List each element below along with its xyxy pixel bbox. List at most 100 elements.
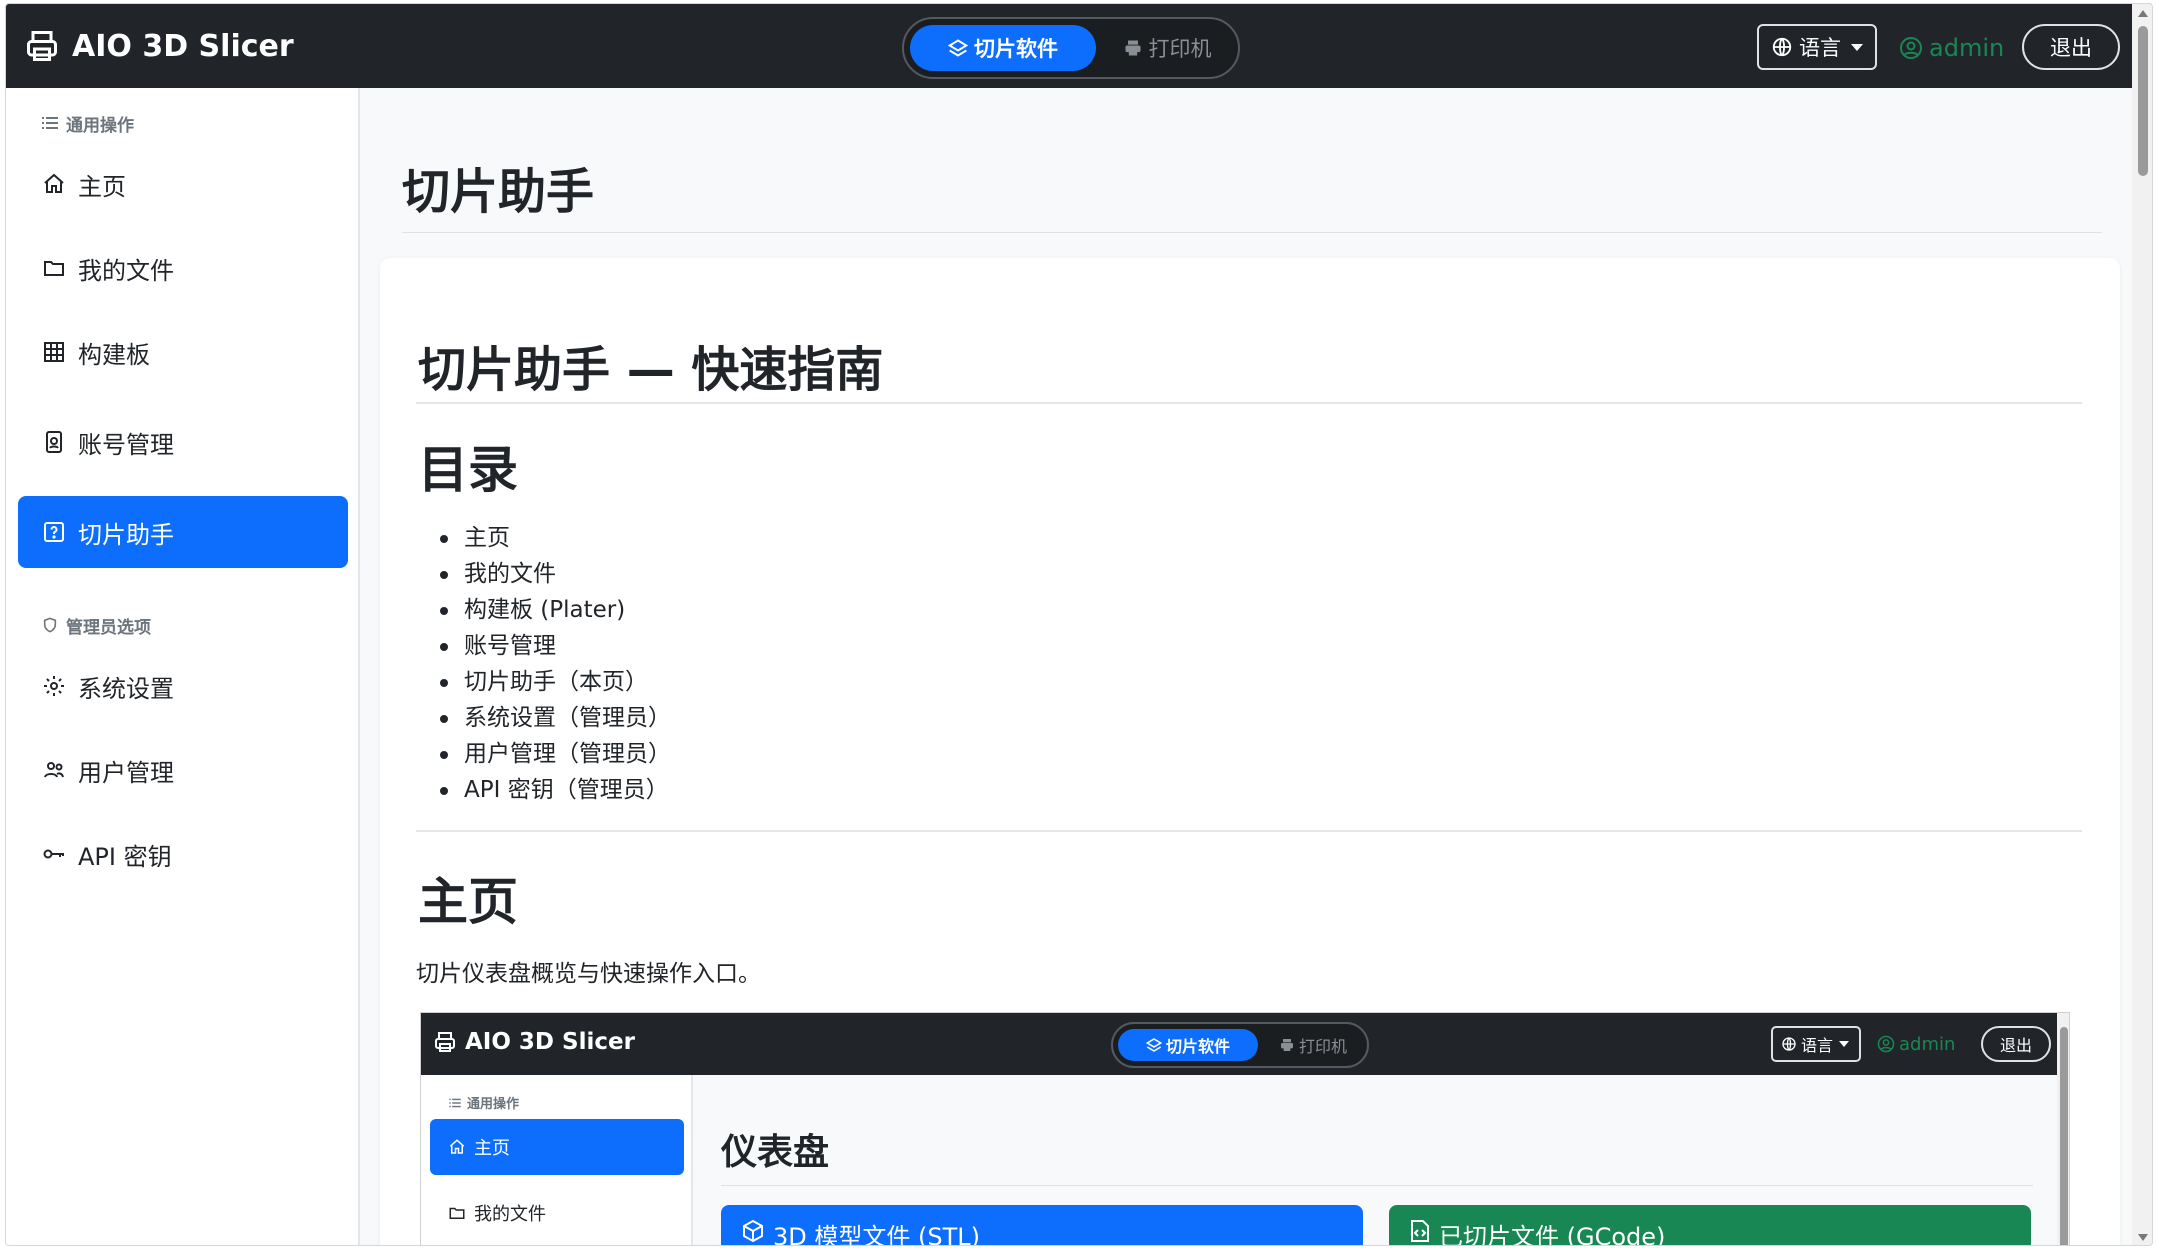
- printer-icon: [435, 1032, 455, 1052]
- globe-icon: [1782, 1037, 1796, 1051]
- folder-icon: [44, 261, 64, 276]
- key-icon: [43, 849, 64, 859]
- scroll-thumb[interactable]: [2138, 26, 2148, 176]
- mode-printer-button[interactable]: 打印机: [1102, 25, 1232, 71]
- screenshot-mode-slicer: 切片软件: [1118, 1029, 1258, 1061]
- caret-down-icon: [1851, 43, 1863, 51]
- section-home-heading: 主页: [418, 873, 518, 931]
- sidebar-item-my-files[interactable]: 我的文件: [18, 232, 348, 304]
- app-brand[interactable]: AIO 3D Slicer: [24, 24, 294, 68]
- caret-down-icon: [1839, 1041, 1850, 1047]
- sidebar-item-slicing-assistant[interactable]: 切片助手: [18, 496, 348, 568]
- sidebar: 通用操作 主页 我的文件 构建板 账号管理 切片助手 管理员选项 系统设置 用户…: [6, 88, 360, 1245]
- screenshot-card-gcode-label: 已切片文件 (GCode): [1439, 1223, 1666, 1246]
- screenshot-divider: [721, 1185, 2033, 1186]
- screenshot-brand: AIO 3D Slicer: [433, 1029, 635, 1055]
- screenshot-card-gcode: 已切片文件 (GCode): [1389, 1205, 2031, 1246]
- sidebar-item-label: API 密钥: [78, 842, 172, 871]
- sidebar-item-label: 主页: [78, 172, 126, 201]
- screenshot-sidebar-item-home: 主页: [430, 1119, 684, 1175]
- list-icon: [42, 117, 58, 129]
- sidebar-item-label: 系统设置: [78, 674, 174, 703]
- toc-link-user-management[interactable]: 用户管理（管理员）: [440, 736, 671, 772]
- house-icon: [449, 1139, 465, 1154]
- sidebar-section-admin: 管理员选项: [42, 614, 151, 638]
- toc-link-plater[interactable]: 构建板 (Plater): [440, 592, 671, 628]
- mode-slicer-button[interactable]: 切片软件: [910, 25, 1096, 71]
- person-circle-icon: [1900, 37, 1922, 59]
- screenshot-sidebar-section-label: 通用操作: [467, 1097, 520, 1112]
- user-menu[interactable]: admin: [1899, 26, 2004, 70]
- printer-icon: [1280, 1039, 1293, 1051]
- sidebar-item-plater[interactable]: 构建板: [18, 316, 348, 388]
- people-icon: [44, 762, 64, 778]
- section-home-text: 切片仪表盘概览与快速操作入口。: [416, 961, 761, 987]
- main-content: 切片助手 切片助手 — 快速指南 目录 主页 我的文件 构建板 (Plater)…: [362, 88, 2132, 1246]
- language-label: 语言: [1799, 36, 1841, 60]
- layers-icon: [948, 39, 968, 57]
- list-icon: [449, 1098, 461, 1107]
- folder-icon: [449, 1207, 465, 1219]
- sidebar-item-home[interactable]: 主页: [18, 148, 348, 220]
- person-circle-icon: [1877, 1035, 1895, 1053]
- screenshot-user: admin: [1877, 1029, 1955, 1059]
- sidebar-section-admin-label: 管理员选项: [66, 617, 151, 638]
- home-screenshot-image: AIO 3D Slicer 切片软件 打印机 语言 admin 退出 通用操作 …: [420, 1012, 2070, 1246]
- screenshot-logout: 退出: [1981, 1026, 2051, 1062]
- globe-icon: [1772, 37, 1792, 57]
- person-badge-icon: [46, 431, 62, 453]
- logout-button[interactable]: 退出: [2022, 24, 2120, 70]
- divider: [416, 402, 2082, 404]
- toc-link-system-settings[interactable]: 系统设置（管理员）: [440, 700, 671, 736]
- sidebar-section-general: 通用操作: [42, 112, 134, 136]
- shield-icon: [43, 617, 57, 633]
- grid-icon: [44, 342, 64, 362]
- toc-link-api-keys[interactable]: API 密钥（管理员）: [440, 772, 671, 808]
- screenshot-card-stl: 3D 模型文件 (STL): [721, 1205, 1363, 1245]
- app-brand-label: AIO 3D Slicer: [72, 28, 294, 64]
- sidebar-item-system-settings[interactable]: 系统设置: [18, 650, 348, 722]
- top-navbar: AIO 3D Slicer 切片软件 打印机 语言 admin 退出: [6, 4, 2132, 88]
- toc-link-account[interactable]: 账号管理: [440, 628, 671, 664]
- sidebar-item-api-keys[interactable]: API 密钥: [18, 818, 348, 890]
- toc-link-home[interactable]: 主页: [440, 520, 671, 556]
- file-code-icon: [1411, 1220, 1429, 1242]
- sidebar-item-account[interactable]: 账号管理: [18, 406, 348, 478]
- sidebar-item-label: 构建板: [78, 340, 150, 369]
- screenshot-language-label: 语言: [1801, 1036, 1834, 1055]
- guide-card: 切片助手 — 快速指南 目录 主页 我的文件 构建板 (Plater) 账号管理…: [380, 258, 2120, 1246]
- screenshot-sidebar: 通用操作 主页 我的文件: [421, 1075, 693, 1245]
- sidebar-item-user-management[interactable]: 用户管理: [18, 734, 348, 806]
- screenshot-sidebar-item-label: 我的文件: [474, 1204, 546, 1225]
- gear-icon: [44, 676, 64, 696]
- divider: [416, 830, 2082, 832]
- screenshot-brand-label: AIO 3D Slicer: [465, 1029, 635, 1055]
- screenshot-mode-slicer-label: 切片软件: [1165, 1037, 1230, 1056]
- mode-slicer-label: 切片软件: [974, 37, 1058, 61]
- screenshot-sidebar-section: 通用操作: [449, 1093, 519, 1112]
- question-square-icon: [44, 522, 64, 542]
- screenshot-navbar: AIO 3D Slicer 切片软件 打印机 语言 admin 退出: [421, 1013, 2057, 1075]
- layers-icon: [1145, 1038, 1162, 1052]
- house-icon: [44, 173, 64, 193]
- screenshot-mode-printer-label: 打印机: [1298, 1037, 1347, 1056]
- screenshot-mode-printer: 打印机: [1263, 1029, 1363, 1061]
- scroll-down-icon[interactable]: [2138, 1234, 2148, 1241]
- screenshot-scrollbar: [2057, 1013, 2069, 1245]
- screenshot-sidebar-item-my-files: 我的文件: [430, 1185, 684, 1241]
- toc-link-slicing-assistant[interactable]: 切片助手（本页）: [440, 664, 671, 700]
- printer-icon: [27, 31, 57, 61]
- printer-icon: [1125, 40, 1140, 56]
- sidebar-item-label: 我的文件: [78, 256, 174, 285]
- scroll-up-icon[interactable]: [2138, 10, 2148, 17]
- screenshot-sidebar-item-label: 主页: [474, 1138, 510, 1159]
- screenshot-dashboard-title: 仪表盘: [721, 1132, 830, 1173]
- user-name: admin: [1929, 34, 2005, 62]
- toc-link-my-files[interactable]: 我的文件: [440, 556, 671, 592]
- language-dropdown[interactable]: 语言: [1757, 24, 1877, 70]
- mode-switcher: 切片软件 打印机: [902, 17, 1240, 79]
- sidebar-item-label: 切片助手: [78, 520, 174, 549]
- page-scrollbar[interactable]: [2132, 4, 2152, 1245]
- toc-heading: 目录: [418, 441, 518, 499]
- title-divider: [402, 232, 2102, 233]
